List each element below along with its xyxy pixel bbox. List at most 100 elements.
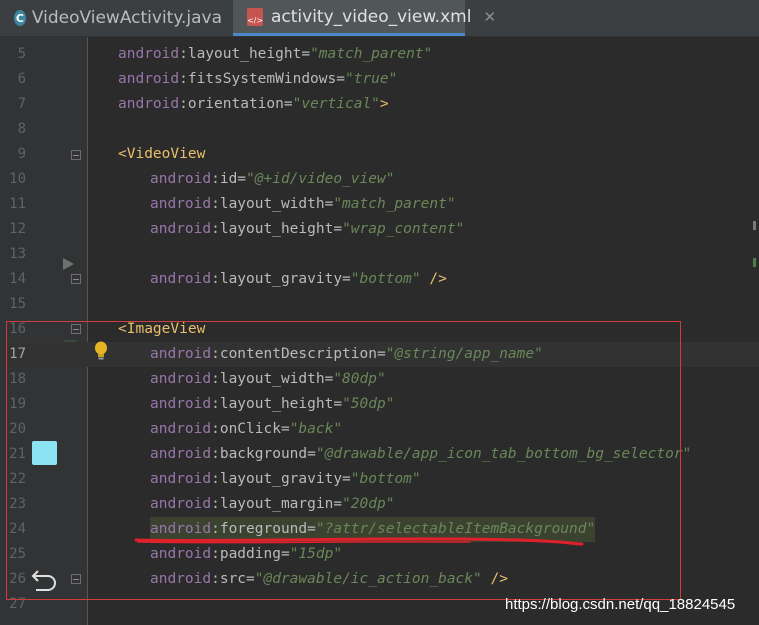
code-line[interactable]: 7 android:orientation="vertical"> — [0, 92, 759, 117]
line-number: 7 — [17, 96, 26, 112]
code-line[interactable]: 13 — [0, 242, 759, 267]
scrollbar-marker[interactable] — [753, 221, 756, 230]
attr-token: :background= — [211, 446, 316, 462]
tab-label: VideoViewActivity.java — [31, 8, 222, 28]
code-line[interactable]: 19 android:layout_height="50dp" — [0, 392, 759, 417]
val-token: "20dp" — [342, 496, 395, 512]
line-number: 18 — [9, 371, 26, 387]
tab-activity-video-view-xml[interactable]: </> activity_video_view.xml ✕ — [233, 0, 496, 36]
code-line[interactable]: 17 android:contentDescription="@string/ap… — [0, 342, 759, 367]
line-number: 22 — [9, 471, 26, 487]
code-line[interactable]: 8 — [0, 117, 759, 142]
val-token: "80dp" — [333, 371, 386, 387]
line-number: 19 — [9, 396, 26, 412]
ns-token: android — [150, 421, 212, 437]
close-icon[interactable]: ✕ — [483, 8, 496, 26]
attr-token: :padding= — [211, 546, 290, 562]
ns-token: android — [150, 396, 212, 412]
line-number: 15 — [9, 296, 26, 312]
ns-token: android — [150, 471, 212, 487]
code-line[interactable]: 24 android:foreground="?attr/selectableIt… — [0, 517, 759, 542]
ns-token: android — [150, 571, 212, 587]
attr-token: :src= — [211, 571, 255, 587]
code-line[interactable]: 18 android:layout_width="80dp" — [0, 367, 759, 392]
attr-token: :contentDescription= — [211, 346, 386, 362]
tag-token: <VideoView — [118, 146, 206, 162]
code-text: android:id="@+id/video_view" — [150, 167, 394, 192]
code-line[interactable]: 21 android:background="@drawable/app_icon… — [0, 442, 759, 467]
color-swatch-icon[interactable] — [32, 441, 57, 465]
code-line[interactable]: 15 — [0, 292, 759, 317]
line-number: 6 — [17, 71, 26, 87]
tab-video-view-activity-java[interactable]: C VideoViewActivity.java — [0, 0, 232, 36]
ns-token: android — [150, 371, 212, 387]
code-text: <ImageView — [118, 317, 205, 342]
line-number: 26 — [9, 571, 26, 587]
line-number: 16 — [9, 321, 26, 337]
attr-token: :layout_height= — [211, 221, 343, 237]
val-token: "bottom" — [350, 271, 421, 287]
line-number: 25 — [9, 546, 26, 562]
fold-toggle-icon[interactable] — [71, 150, 81, 160]
val-token: "15dp" — [289, 546, 343, 562]
back-arrow-icon[interactable] — [30, 565, 60, 593]
val-token: "match_parent" — [310, 46, 433, 62]
ns-token: android — [150, 521, 212, 537]
ns-token: android — [150, 496, 212, 512]
tag-token: > — [379, 96, 389, 112]
line-number: 17 — [9, 346, 26, 362]
fold-toggle-icon[interactable] — [71, 574, 81, 584]
java-class-icon: C — [14, 10, 26, 26]
fold-toggle-icon[interactable] — [71, 324, 81, 334]
val-token: "@drawable/ic_action_back" — [254, 571, 482, 587]
code-line[interactable]: 23 android:layout_margin="20dp" — [0, 492, 759, 517]
attr-token: :id= — [211, 171, 247, 187]
code-text: android:layout_gravity="bottom" — [150, 467, 421, 492]
code-line[interactable]: 14 android:layout_gravity="bottom" /> — [0, 267, 759, 292]
line-number: 27 — [9, 596, 26, 612]
ns-token: android — [150, 546, 212, 562]
code-line[interactable]: 10 android:id="@+id/video_view" — [0, 167, 759, 192]
code-text: android:layout_width="80dp" — [150, 367, 386, 392]
code-line[interactable]: 20 android:onClick="back" — [0, 417, 759, 442]
tag-token: <ImageView — [118, 321, 206, 337]
code-line[interactable]: 9 <VideoView — [0, 142, 759, 167]
attr-token: :layout_gravity= — [211, 471, 351, 487]
line-number: 12 — [9, 221, 26, 237]
val-token: "?attr/selectableItemBackground" — [315, 521, 596, 537]
line-number: 11 — [9, 196, 26, 212]
code-line[interactable]: 5 android:layout_height="match_parent" — [0, 42, 759, 67]
ns-token: android — [150, 196, 212, 212]
attr-token: :layout_margin= — [211, 496, 343, 512]
fold-toggle-icon[interactable] — [71, 274, 81, 284]
code-line[interactable]: 25 android:padding="15dp" — [0, 542, 759, 567]
tag-token: /> — [481, 571, 508, 587]
code-text: android:fitsSystemWindows="true" — [118, 67, 397, 92]
code-line[interactable]: 26 android:src="@drawable/ic_action_back"… — [0, 567, 759, 592]
code-text: android:background="@drawable/app_icon_t… — [150, 442, 691, 467]
code-line[interactable]: 11 android:layout_width="match_parent" — [0, 192, 759, 217]
line-number: 8 — [17, 121, 26, 137]
line-number: 10 — [9, 171, 26, 187]
val-token: "wrap_content" — [342, 221, 465, 237]
ns-token: android — [150, 221, 212, 237]
code-text: android:padding="15dp" — [150, 542, 342, 567]
line-number: 21 — [9, 446, 26, 462]
ns-token: android — [150, 446, 212, 462]
code-line[interactable]: 6 android:fitsSystemWindows="true" — [0, 67, 759, 92]
code-line[interactable]: 22 android:layout_gravity="bottom" — [0, 467, 759, 492]
attr-token: :layout_gravity= — [211, 271, 351, 287]
ns-token: android — [118, 46, 180, 62]
val-token: "bottom" — [350, 471, 421, 487]
code-line[interactable]: 16 <ImageView — [0, 317, 759, 342]
val-token: "match_parent" — [333, 196, 456, 212]
scrollbar-marker[interactable] — [753, 258, 756, 267]
code-text: android:onClick="back" — [150, 417, 342, 442]
code-line[interactable]: 12 android:layout_height="wrap_content" — [0, 217, 759, 242]
editor-tab-bar: C VideoViewActivity.java </> activity_vi… — [0, 0, 759, 37]
code-text: android:layout_width="match_parent" — [150, 192, 456, 217]
lightbulb-icon[interactable] — [91, 340, 111, 362]
play-marker-icon[interactable] — [63, 258, 74, 270]
code-text: android:layout_gravity="bottom" /> — [150, 267, 447, 292]
attr-token: :layout_width= — [211, 196, 334, 212]
